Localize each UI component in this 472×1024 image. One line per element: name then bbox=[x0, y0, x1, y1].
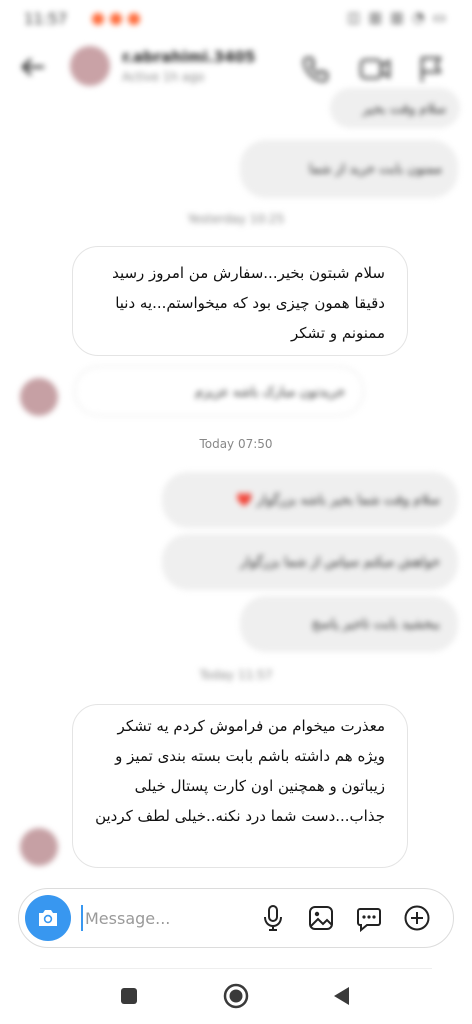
sender-avatar[interactable] bbox=[20, 828, 58, 866]
message-bubble-incoming: خریدتون مبارک باشه عزیزم bbox=[74, 366, 364, 416]
sender-avatar[interactable] bbox=[20, 378, 58, 416]
gallery-icon[interactable] bbox=[306, 903, 336, 933]
message-bubble-outgoing: خواهش میکنم سپاس از شما بزرگوار bbox=[162, 534, 458, 590]
status-indicators: ◫ ▥ ▥ ◔ ▭ bbox=[347, 10, 448, 26]
status-time: 11:57 bbox=[24, 10, 68, 28]
contact-name[interactable]: r.abrahimi.3405 bbox=[122, 48, 255, 66]
message-input[interactable] bbox=[81, 905, 255, 931]
message-text: معذرت میخوام من فراموش کردم یه تشکر ویژه… bbox=[95, 717, 385, 825]
system-nav-bar bbox=[0, 968, 472, 1024]
add-plus-icon[interactable] bbox=[402, 903, 432, 933]
timestamp: Yesterday 10:25 bbox=[187, 212, 285, 226]
contact-status: Active 1h ago bbox=[122, 70, 205, 84]
message-bubble-incoming[interactable]: سلام شبتون بخیر...سفارش من امروز رسید دق… bbox=[72, 246, 408, 356]
status-bar: 11:57 ◫ ▥ ▥ ◔ ▭ bbox=[0, 0, 472, 40]
video-call-icon[interactable] bbox=[358, 54, 392, 88]
message-bubble-outgoing: ببخشید بابت تاخیر پاسخ bbox=[240, 596, 458, 652]
message-bubble-outgoing: ممنون بابت خرید از شما bbox=[240, 140, 458, 198]
camera-button[interactable] bbox=[25, 895, 71, 941]
message-text: سلام شبتون بخیر...سفارش من امروز رسید دق… bbox=[112, 264, 385, 342]
message-bubble-outgoing: سلام وقت بخیر bbox=[330, 88, 460, 128]
flag-icon[interactable] bbox=[416, 54, 446, 88]
timestamp: Today 07:50 bbox=[199, 437, 273, 451]
message-bubble-outgoing: سلام وقت شما بخیر باشه بزرگوار ❤️ bbox=[162, 472, 458, 528]
notification-dots bbox=[92, 13, 140, 25]
timestamp: Today 11:57 bbox=[199, 668, 273, 682]
home-circle-icon[interactable] bbox=[222, 982, 250, 1014]
message-composer bbox=[18, 888, 454, 948]
divider bbox=[40, 968, 432, 969]
camera-icon bbox=[39, 910, 57, 926]
phone-icon[interactable] bbox=[300, 54, 330, 88]
sticker-chat-icon[interactable] bbox=[354, 903, 384, 933]
message-bubble-incoming[interactable]: معذرت میخوام من فراموش کردم یه تشکر ویژه… bbox=[72, 704, 408, 868]
contact-avatar[interactable] bbox=[70, 46, 110, 86]
microphone-icon[interactable] bbox=[258, 903, 288, 933]
back-arrow-icon[interactable] bbox=[18, 52, 50, 84]
recents-square-icon[interactable] bbox=[119, 986, 139, 1010]
back-triangle-icon[interactable] bbox=[331, 985, 353, 1011]
